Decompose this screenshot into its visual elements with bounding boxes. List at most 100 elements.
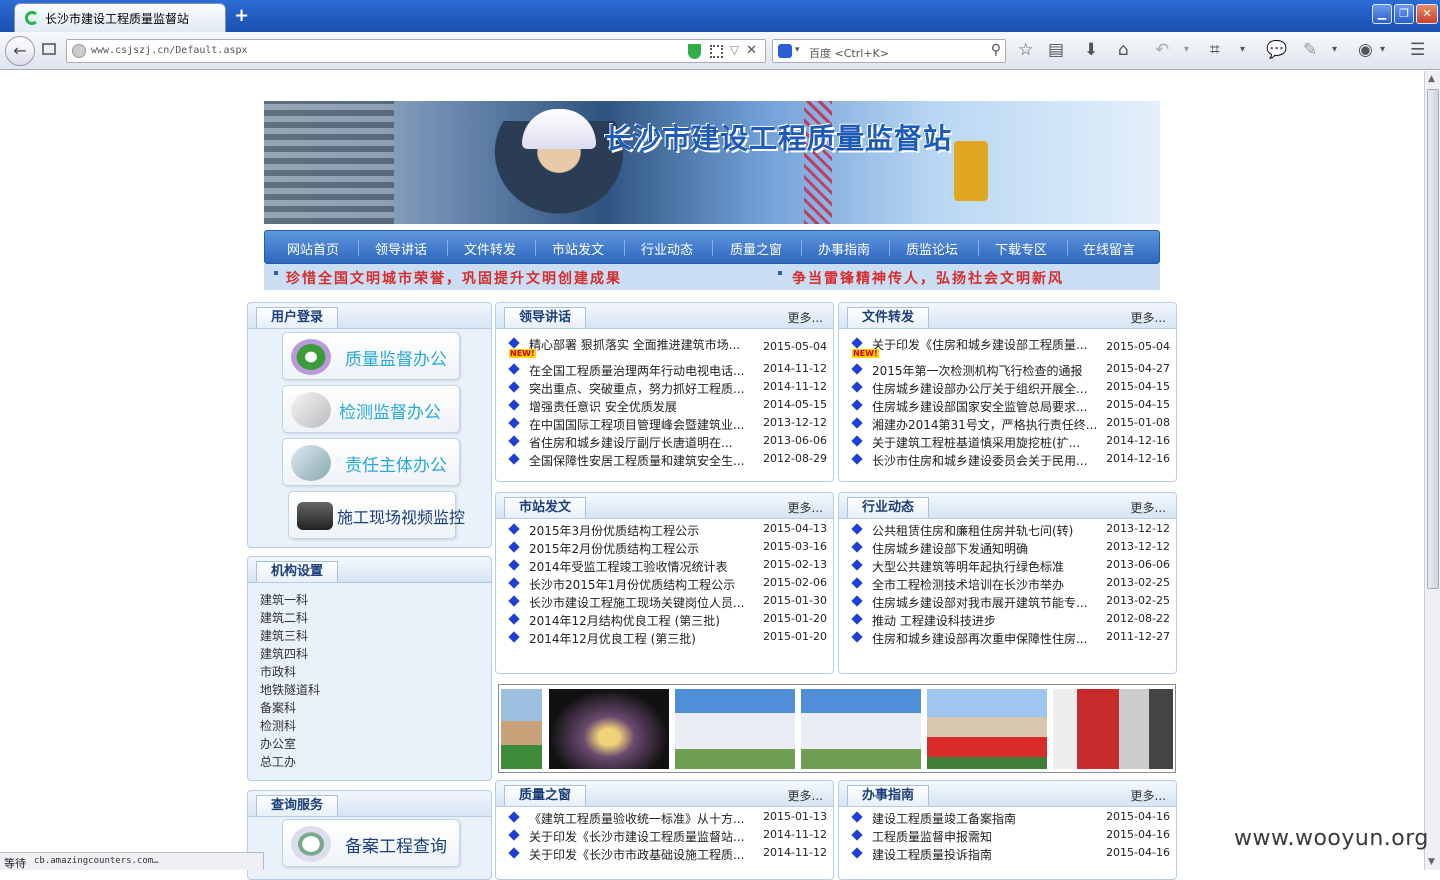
list-item[interactable]: 住房和城乡建设部再次重申保障性住房... 2011-12-27: [847, 629, 1170, 647]
org-item[interactable]: 建筑三科: [260, 627, 308, 644]
org-item[interactable]: 建筑四科: [260, 645, 308, 662]
list-item[interactable]: 2015年3月份优质结构工程公示 2015-04-13: [504, 521, 827, 539]
close-window-button[interactable]: ✕: [1416, 4, 1438, 24]
list-item[interactable]: 大型公共建筑等明年起执行绿色标准 2013-06-06: [847, 557, 1170, 575]
more-link[interactable]: 更多...: [788, 309, 823, 326]
list-item[interactable]: 2014年12月结构优良工程 (第三批) 2015-01-20: [504, 611, 827, 629]
list-item[interactable]: 2015年2月份优质结构工程公示 2015-03-16: [504, 539, 827, 557]
qr-code-icon[interactable]: [710, 45, 723, 58]
menu-icon[interactable]: ☰: [1410, 40, 1425, 60]
more-link[interactable]: 更多...: [1131, 499, 1166, 516]
menu-message[interactable]: 在线留言: [1083, 239, 1135, 258]
list-item[interactable]: 关于印发《长沙市市政基础设施工程质... 2014-11-12: [504, 845, 827, 863]
list-item[interactable]: 住房城乡建设部下发通知明确 2013-12-12: [847, 539, 1170, 557]
menu-download[interactable]: 下载专区: [995, 239, 1047, 258]
org-item[interactable]: 备案科: [260, 699, 296, 716]
undo-icon[interactable]: ↶: [1155, 40, 1169, 60]
photo-thumbnail[interactable]: [549, 689, 669, 769]
list-item[interactable]: 关于印发《长沙市建设工程质量监督站... 2014-11-12: [504, 827, 827, 845]
menu-leader-speech[interactable]: 领导讲话: [375, 239, 427, 258]
list-item[interactable]: 建设工程质量投诉指南 2015-04-16: [847, 845, 1170, 863]
chevron-down-icon[interactable]: ▾: [795, 45, 800, 55]
search-icon[interactable]: ⚲: [991, 42, 1001, 58]
list-item[interactable]: 推动 工程建设科技进步 2012-08-22: [847, 611, 1170, 629]
list-item[interactable]: 住房城乡建设部国家安全监管总局要求... 2015-04-15: [847, 397, 1170, 415]
mouse-gesture-icon[interactable]: ✎: [1303, 40, 1317, 60]
undo-dropdown-icon[interactable]: ▾: [1184, 44, 1189, 55]
list-item[interactable]: 公共租赁住房和廉租住房并轨七问(转) 2013-12-12: [847, 521, 1170, 539]
list-item[interactable]: 湘建办2014第31号文，严格执行责任终... 2015-01-08: [847, 415, 1170, 433]
dropdown-icon[interactable]: ▽: [730, 43, 739, 57]
org-item[interactable]: 办公室: [260, 735, 296, 752]
security-shield-icon[interactable]: [688, 44, 701, 59]
list-item[interactable]: 增强责任意识 安全优质发展 2014-05-15: [504, 397, 827, 415]
browser-tab[interactable]: 长沙市建设工程质量监督站: [14, 3, 226, 32]
list-item[interactable]: 突出重点、突破重点，努力抓好工程质... 2014-11-12: [504, 379, 827, 397]
org-item[interactable]: 建筑二科: [260, 609, 308, 626]
list-item[interactable]: 在中国国际工程项目管理峰会暨建筑业... 2013-12-12: [504, 415, 827, 433]
chat-icon[interactable]: 💬: [1266, 40, 1287, 60]
scroll-up-icon[interactable]: ▲: [1428, 74, 1435, 84]
photo-thumbnail[interactable]: [675, 689, 795, 769]
list-item[interactable]: 省住房和城乡建设厅副厅长唐道明在... 2013-06-06: [504, 433, 827, 451]
list-item[interactable]: 住房城乡建设部对我市展开建筑节能专... 2013-02-25: [847, 593, 1170, 611]
list-item[interactable]: 精心部署 狠抓落实 全面推进建筑市场... 2015-05-04 NEW!: [504, 335, 827, 358]
quality-office-button[interactable]: 质量监督办公: [282, 332, 460, 380]
video-monitor-button[interactable]: 施工现场视频监控: [288, 491, 465, 539]
back-button[interactable]: ←: [5, 36, 35, 66]
addon-dropdown-icon[interactable]: ▾: [1380, 44, 1385, 55]
list-item[interactable]: 2014年12月优良工程 (第三批) 2015-01-20: [504, 629, 827, 647]
list-item[interactable]: 长沙市建设工程施工现场关键岗位人员... 2015-01-30: [504, 593, 827, 611]
new-tab-button[interactable]: +: [234, 5, 249, 26]
record-query-button[interactable]: 备案工程查询: [282, 819, 460, 867]
page-scrollbar[interactable]: ▲ ▼: [1424, 71, 1440, 870]
list-item[interactable]: 住房城乡建设部办公厅关于组织开展全... 2015-04-15: [847, 379, 1170, 397]
org-item[interactable]: 总工办: [260, 753, 296, 770]
list-item[interactable]: 全国保障性安居工程质量和建筑安全生... 2012-08-29: [504, 451, 827, 469]
more-link[interactable]: 更多...: [788, 787, 823, 804]
menu-station-release[interactable]: 市站发文: [552, 239, 604, 258]
list-item[interactable]: 建设工程质量竣工备案指南 2015-04-16: [847, 809, 1170, 827]
menu-quality-window[interactable]: 质量之窗: [730, 239, 782, 258]
photo-thumbnail[interactable]: [801, 689, 921, 769]
addon-icon[interactable]: ◉: [1358, 40, 1373, 60]
list-item[interactable]: 关于建筑工程桩基道慎采用旋挖桩(扩... 2014-12-16: [847, 433, 1170, 451]
more-link[interactable]: 更多...: [788, 499, 823, 516]
menu-doc-forward[interactable]: 文件转发: [464, 239, 516, 258]
list-item[interactable]: 关于印发《住房和城乡建设部工程质量... 2015-05-04 NEW!: [847, 335, 1170, 358]
list-item[interactable]: 工程质量监督申报需知 2015-04-16: [847, 827, 1170, 845]
sidebar-icon[interactable]: [42, 43, 56, 55]
scrollbar-thumb[interactable]: [1427, 89, 1439, 589]
list-item[interactable]: 长沙市2015年1月份优质结构工程公示 2015-02-06: [504, 575, 827, 593]
list-item[interactable]: 长沙市住房和城乡建设委员会关于民用... 2014-12-16: [847, 451, 1170, 469]
org-item[interactable]: 市政科: [260, 663, 296, 680]
org-item[interactable]: 建筑一科: [260, 591, 308, 608]
search-box[interactable]: ▾ 百度 <Ctrl+K> ⚲: [772, 39, 1006, 63]
gesture-dropdown-icon[interactable]: ▾: [1332, 44, 1337, 55]
org-item[interactable]: 检测科: [260, 717, 296, 734]
menu-home[interactable]: 网站首页: [287, 239, 339, 258]
responsibility-office-button[interactable]: 责任主体办公: [282, 438, 460, 486]
maximize-button[interactable]: ❐: [1394, 4, 1414, 24]
org-item[interactable]: 地铁隧道科: [260, 681, 320, 698]
list-item[interactable]: 在全国工程质量治理两年行动电视电话... 2014-11-12: [504, 361, 827, 379]
more-link[interactable]: 更多...: [1131, 309, 1166, 326]
list-item[interactable]: 全市工程检测技术培训在长沙市举办 2013-02-25: [847, 575, 1170, 593]
address-bar[interactable]: www.csjszj.cn/Default.aspx ▽ ✕: [66, 39, 766, 63]
more-link[interactable]: 更多...: [1131, 787, 1166, 804]
download-icon[interactable]: ⬇: [1084, 40, 1098, 60]
crop-icon[interactable]: ⌗: [1210, 40, 1220, 60]
menu-forum[interactable]: 质监论坛: [906, 239, 958, 258]
bookmark-star-icon[interactable]: ☆: [1018, 40, 1033, 60]
scroll-down-icon[interactable]: ▼: [1428, 857, 1435, 867]
baidu-icon[interactable]: [778, 44, 792, 58]
list-item[interactable]: 2014年受监工程竣工验收情况统计表 2015-02-13: [504, 557, 827, 575]
close-icon[interactable]: ✕: [746, 43, 757, 58]
menu-industry-news[interactable]: 行业动态: [641, 239, 693, 258]
reader-icon[interactable]: ▤: [1048, 40, 1064, 60]
minimize-button[interactable]: ▁: [1372, 4, 1392, 24]
list-item[interactable]: 2015年第一次检测机构飞行检查的通报 2015-04-27: [847, 361, 1170, 379]
list-item[interactable]: 《建筑工程质量验收统一标准》从十方... 2015-01-13: [504, 809, 827, 827]
photo-thumbnail[interactable]: [927, 689, 1047, 769]
photo-thumbnail[interactable]: [501, 689, 542, 769]
